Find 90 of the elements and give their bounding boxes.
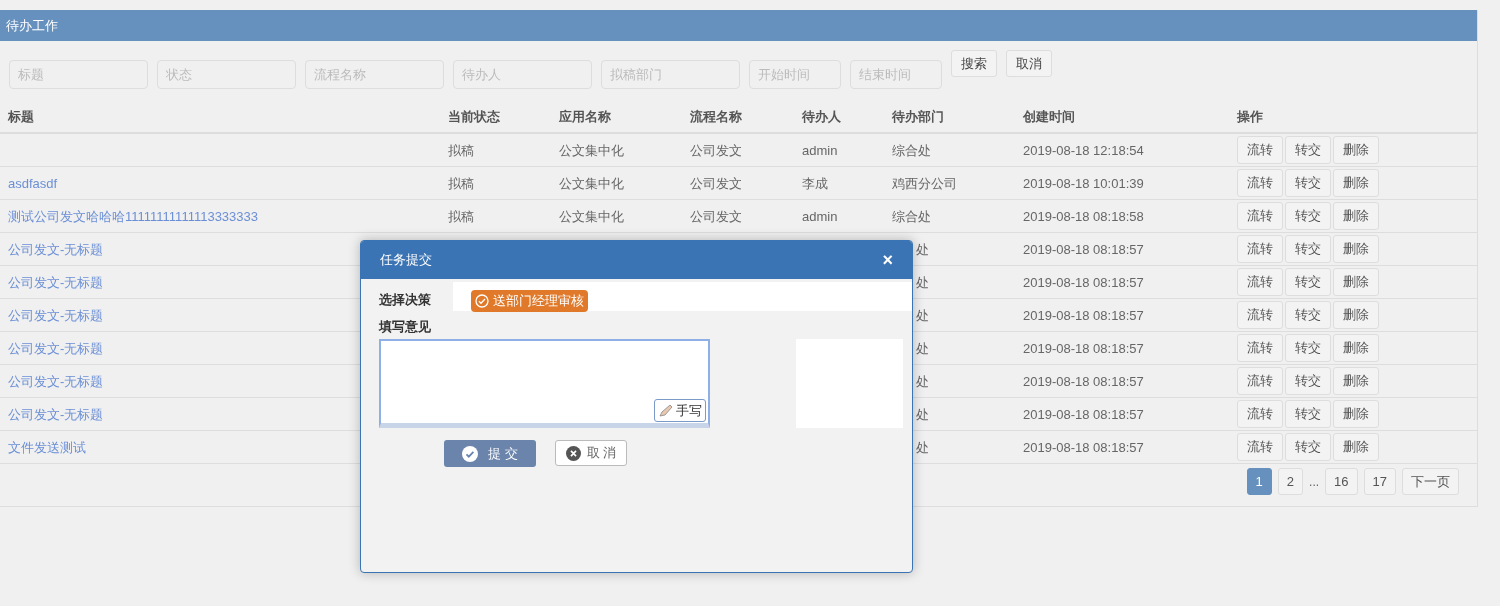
row-action-button[interactable]: 流转 [1237,136,1283,164]
page-button[interactable]: 16 [1325,468,1358,495]
row-action-button[interactable]: 转交 [1285,433,1331,461]
table-cell: 处 [916,275,929,290]
table-cell: 公司发文 [690,176,742,191]
column-header: 待办人 [802,108,842,127]
row-action-button[interactable]: 删除 [1333,334,1379,362]
close-button[interactable]: × [882,251,893,269]
table-cell: 2019-08-18 08:18:57 [1023,308,1144,323]
row-action-button[interactable]: 删除 [1333,301,1379,329]
table-cell: 处 [916,341,929,356]
page-button[interactable]: 17 [1363,468,1396,495]
table-cell: 2019-08-18 08:18:58 [1023,209,1144,224]
row-action-button[interactable]: 流转 [1237,367,1283,395]
table-cell: 综合处 [892,143,931,158]
row-action-button[interactable]: 删除 [1333,169,1379,197]
row-action-button[interactable]: 删除 [1333,235,1379,263]
table-cell: 李成 [802,176,828,191]
table-cell: admin [802,143,838,158]
row-action-button[interactable]: 流转 [1237,334,1283,362]
table-cell: 2019-08-18 12:18:54 [1023,143,1144,158]
row-action-button[interactable]: 删除 [1333,433,1379,461]
table-cell: 公文集中化 [559,209,624,224]
column-header: 当前状态 [448,108,501,127]
page-button[interactable]: 2 [1277,468,1304,495]
row-action-button[interactable]: 转交 [1285,235,1331,263]
field-label: 填写意见 [379,319,431,334]
table-cell: 处 [916,440,929,455]
table-cell: 公文集中化 [559,176,624,191]
row-action-button[interactable]: 流转 [1237,169,1283,197]
table-cell: 公文集中化 [559,143,624,158]
table-cell: 拟稿 [448,143,474,158]
table-cell: 鸡西分公司 [892,176,957,191]
column-header: 操作 [1237,108,1264,127]
column-header: 标题 [8,108,35,127]
table-cell: 处 [916,407,929,422]
field-label: 选择决策 [378,291,432,309]
row-action-button[interactable]: 删除 [1333,400,1379,428]
table-cell: 拟稿 [448,176,474,191]
cancel-button[interactable]: 取 消 [555,440,627,466]
row-action-button[interactable]: 转交 [1285,268,1331,296]
table-cell: 拟稿 [448,209,474,224]
check-icon [462,445,479,462]
table-cell: 公司发文 [690,209,742,224]
table-cell: 2019-08-18 08:18:57 [1023,407,1144,422]
column-header: 应用名称 [559,108,612,127]
row-action-button[interactable]: 转交 [1285,367,1331,395]
row-action-button[interactable]: 转交 [1285,169,1331,197]
row-action-button[interactable]: 流转 [1237,202,1283,230]
row-action-button[interactable]: 删除 [1333,268,1379,296]
row-action-button[interactable]: 转交 [1285,334,1331,362]
row-action-button[interactable]: 流转 [1237,301,1283,329]
row-action-button[interactable]: 流转 [1237,433,1283,461]
table-cell: 2019-08-18 08:18:57 [1023,374,1144,389]
table-cell: 处 [916,374,929,389]
table-cell: 处 [916,242,929,257]
row-action-button[interactable]: 流转 [1237,268,1283,296]
column-header: 创建时间 [1023,108,1076,127]
dialog-title: 任务提交 [380,251,432,270]
column-header: 待办部门 [892,108,945,127]
opinion-textarea[interactable]: 手写 [379,339,710,428]
page-button[interactable]: 下一页 [1402,468,1459,495]
row-action-button[interactable]: 流转 [1237,235,1283,263]
row-action-button[interactable]: 删除 [1333,367,1379,395]
table-cell: 公司发文 [690,143,742,158]
table-cell: 2019-08-18 08:18:57 [1023,275,1144,290]
table-cell: 2019-08-18 08:18:57 [1023,242,1144,257]
table-cell: 综合处 [892,209,931,224]
table-cell: 2019-08-18 08:18:57 [1023,341,1144,356]
table-cell: 处 [916,308,929,323]
check-circle-icon [475,294,489,308]
row-action-button[interactable]: 转交 [1285,301,1331,329]
row-action-button[interactable]: 转交 [1285,136,1331,164]
table-cell: 2019-08-18 08:18:57 [1023,440,1144,455]
table-cell: admin [802,209,838,224]
filter-button[interactable]: 取消 [1006,50,1052,77]
panel-header: 待办工作 [0,10,1477,41]
filter-button[interactable]: 搜索 [951,50,997,77]
row-action-button[interactable]: 转交 [1285,202,1331,230]
close-icon [565,445,581,461]
handwrite-button[interactable]: 手写 [654,399,706,422]
column-header: 流程名称 [690,108,743,127]
row-action-button[interactable]: 删除 [1333,136,1379,164]
table-cell: 2019-08-18 10:01:39 [1023,176,1144,191]
submit-button[interactable]: 提 交 [444,440,536,467]
row-action-button[interactable]: 流转 [1237,400,1283,428]
ellipsis: ... [1309,473,1320,491]
row-action-button[interactable]: 删除 [1333,202,1379,230]
pen-icon [658,403,674,418]
row-action-button[interactable]: 转交 [1285,400,1331,428]
